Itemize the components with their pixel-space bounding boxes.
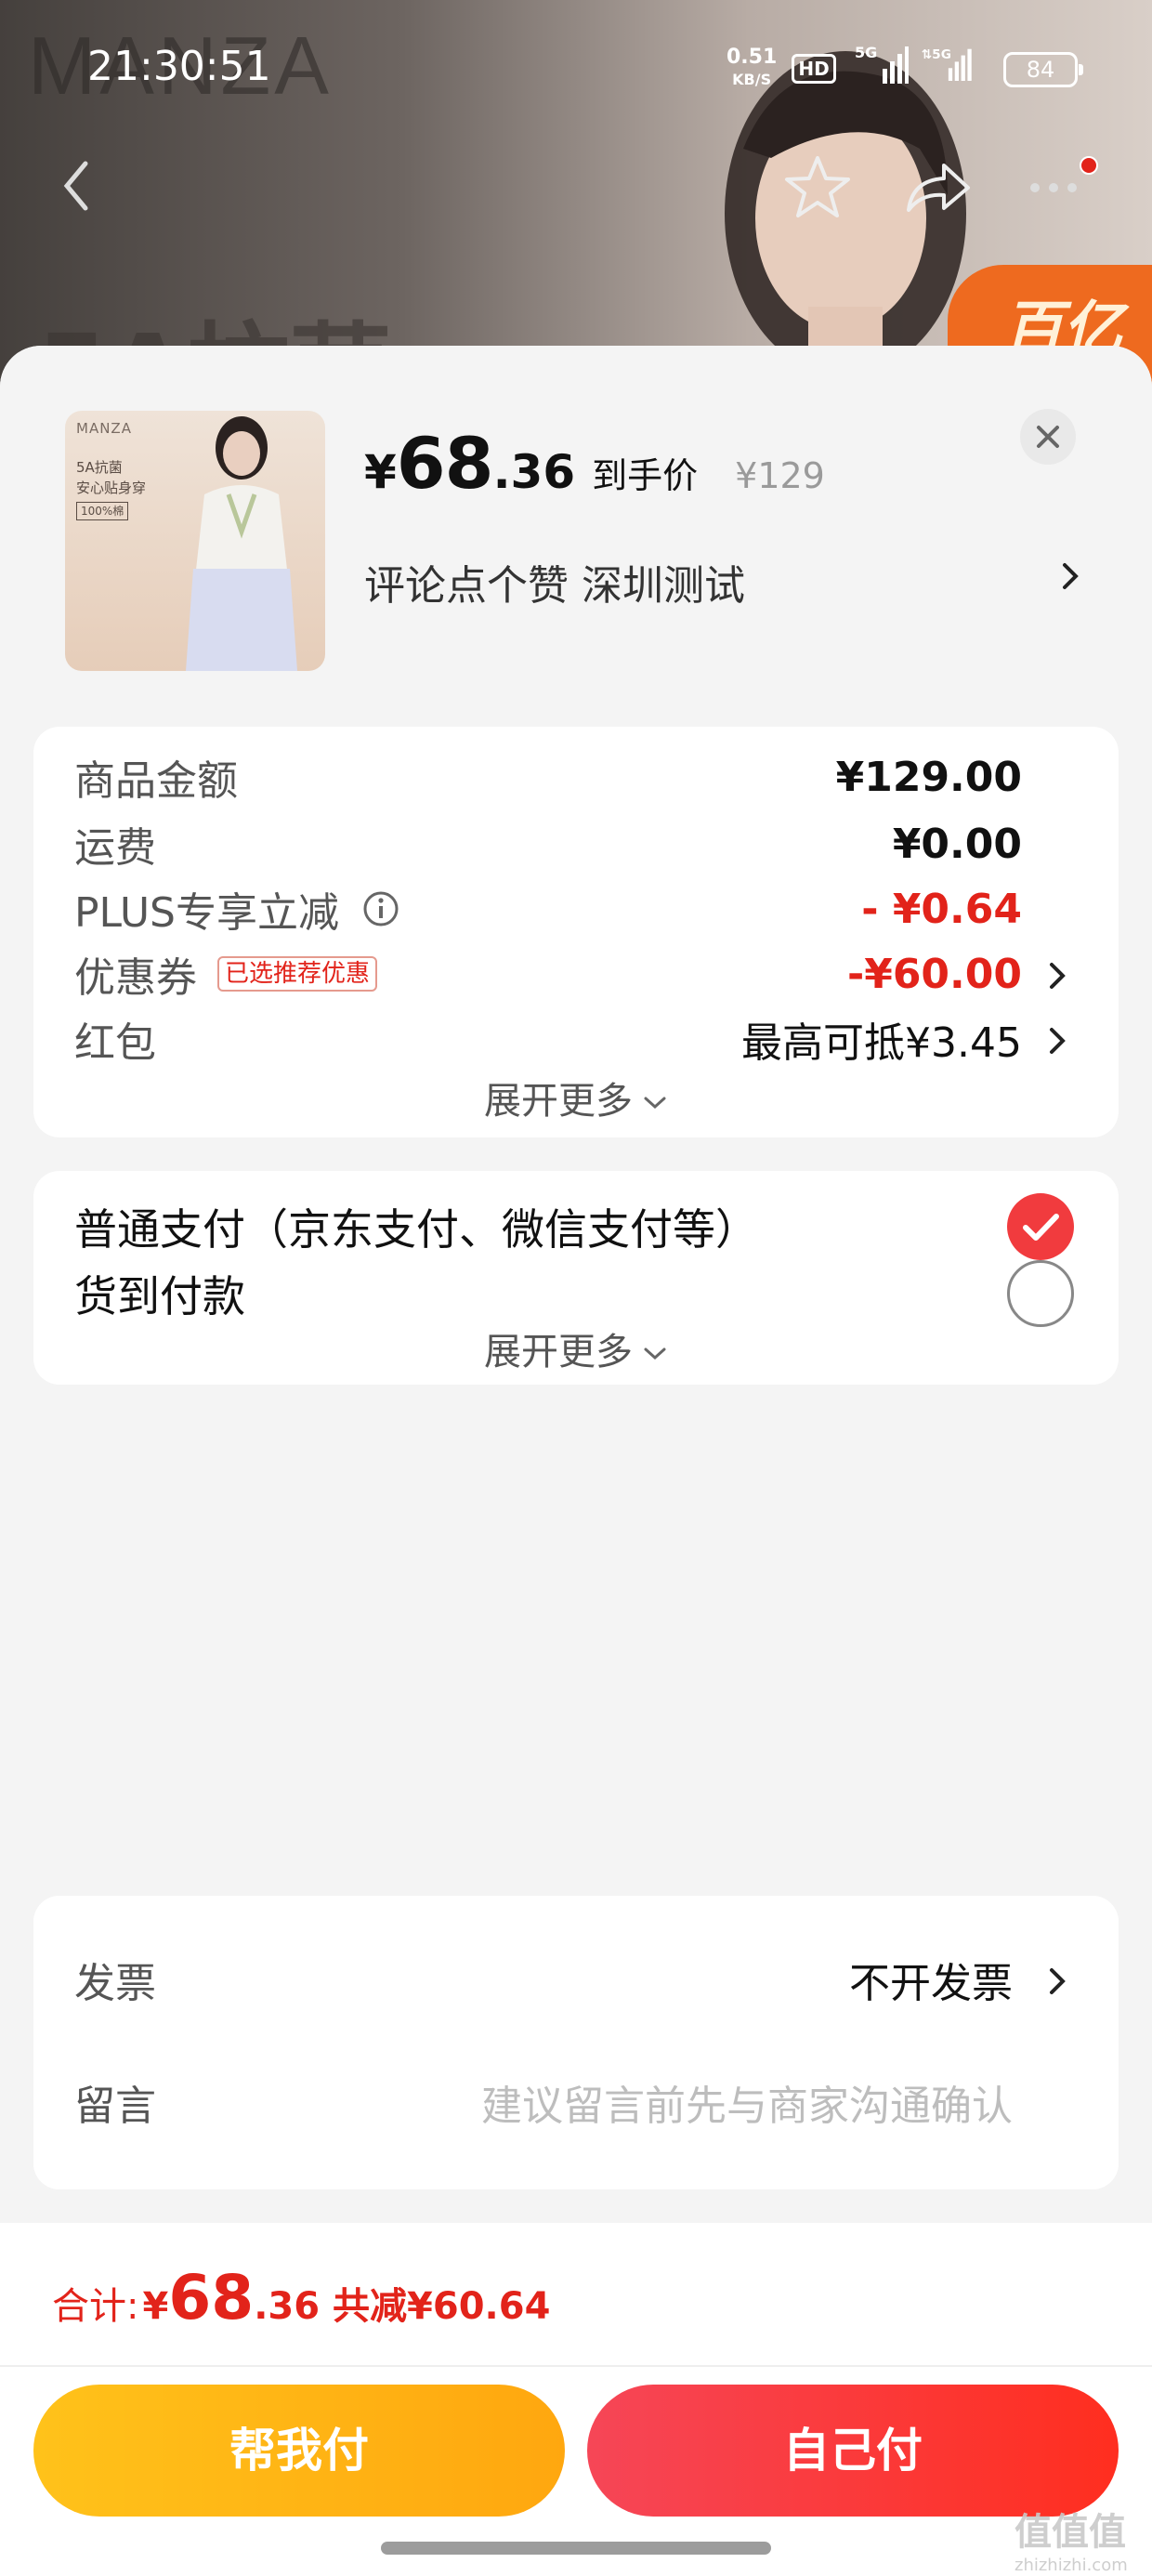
coupon-row[interactable]: 优惠券 已选推荐优惠 -¥60.00: [74, 937, 1078, 1011]
product-thumbnail: MANZA 5A抗菌 安心贴身穿 100%棉: [65, 411, 325, 671]
svg-text:5G: 5G: [855, 44, 877, 61]
shipping-row: 运费 ¥0.00: [74, 820, 1022, 873]
payment-option-cod[interactable]: 货到付款: [74, 1256, 1078, 1331]
chevron-right-icon[interactable]: [1046, 957, 1068, 994]
coupon-tag: 已选推荐优惠: [217, 956, 378, 992]
message-input[interactable]: 建议留言前先与商家沟通确认: [481, 2072, 1013, 2132]
chevron-right-icon[interactable]: [1059, 558, 1081, 595]
price-integer: 68: [396, 422, 494, 505]
invoice-value: 不开发票: [849, 1960, 1013, 2007]
battery-indicator: 84: [1003, 52, 1083, 87]
chevron-down-icon: [644, 1347, 666, 1360]
close-button[interactable]: [1020, 409, 1076, 465]
status-bar: 21:30:51 0.51 KB/S HD 5G ⇅5G 84: [0, 0, 1152, 139]
shipping-amount: ¥0.00: [892, 820, 1022, 868]
cost-card: 商品金额 ¥129.00 运费 ¥0.00 PLUS专享立减 - ¥0.64 优…: [33, 727, 1119, 1137]
payment-option-normal[interactable]: 普通支付（京东支付、微信支付等）: [74, 1189, 1078, 1264]
radio-unchecked-icon[interactable]: [1007, 1260, 1074, 1327]
order-total: 合计: ¥ 68 .36 共减¥60.64: [52, 2262, 551, 2333]
chevron-down-icon: [644, 1097, 666, 1110]
price-line: ¥ 68 .36 到手价 ¥129: [364, 422, 825, 505]
watermark: 值值值 zhizhizhi.com: [1015, 2511, 1128, 2575]
plus-discount-amount: - ¥0.64: [861, 885, 1022, 933]
checkout-bottom-bar: 合计: ¥ 68 .36 共减¥60.64 帮我付 自己付 值值值 zhizhi…: [0, 2223, 1152, 2576]
info-icon[interactable]: [361, 889, 400, 928]
goods-amount: ¥129.00: [835, 753, 1022, 801]
goods-amount-row: 商品金额 ¥129.00: [74, 753, 1022, 806]
divider: [0, 2365, 1152, 2367]
signal-icon-2: ⇅5G: [922, 47, 972, 81]
message-row[interactable]: 留言 建议留言前先与商家沟通确认: [74, 2065, 1078, 2139]
total-saved: 共减¥60.64: [333, 2285, 551, 2328]
red-packet-row[interactable]: 红包 最高可抵¥3.45: [74, 1002, 1078, 1076]
invoice-message-card: 发票 不开发票 留言 建议留言前先与商家沟通确认: [33, 1896, 1119, 2189]
home-indicator[interactable]: [381, 2542, 771, 2555]
share-icon[interactable]: [903, 160, 974, 216]
signal-icon: 5G: [855, 44, 909, 84]
more-menu-icon[interactable]: [1022, 151, 1106, 206]
coupon-amount: -¥60.00: [846, 950, 1022, 998]
payment-card: 普通支付（京东支付、微信支付等） 货到付款 展开更多: [33, 1171, 1119, 1385]
chevron-right-icon[interactable]: [1046, 1022, 1068, 1059]
help-pay-button[interactable]: 帮我付: [33, 2385, 565, 2517]
self-pay-button[interactable]: 自己付: [587, 2385, 1119, 2517]
expand-more-payment[interactable]: 展开更多: [33, 1321, 1119, 1375]
price-decimal: .36: [492, 445, 576, 499]
original-price: ¥129: [735, 455, 825, 496]
product-header: MANZA 5A抗菌 安心贴身穿 100%棉 ¥ 68 .36 到手价 ¥129: [0, 346, 1152, 727]
plus-discount-row: PLUS专享立减 - ¥0.64: [74, 885, 1022, 938]
radio-checked-icon[interactable]: [1007, 1193, 1074, 1260]
close-icon: [1037, 426, 1059, 448]
back-arrow-icon[interactable]: [58, 158, 95, 214]
net-speed: 0.51 KB/S: [727, 46, 778, 89]
final-price-label: 到手价: [592, 455, 699, 496]
star-icon[interactable]: [782, 154, 853, 219]
chevron-right-icon[interactable]: [1046, 1963, 1068, 2000]
hd-badge: HD: [792, 54, 836, 84]
invoice-row[interactable]: 发票 不开发票: [74, 1942, 1078, 2017]
thumbnail-model-figure: [186, 416, 297, 671]
product-spec[interactable]: 评论点个赞 深圳测试: [364, 552, 745, 611]
product-nav-bar: [0, 139, 1152, 232]
svg-text:⇅5G: ⇅5G: [922, 47, 951, 62]
expand-more-costs[interactable]: 展开更多: [33, 1071, 1119, 1124]
status-time: 21:30:51: [87, 43, 271, 90]
red-packet-value: 最高可抵¥3.45: [741, 1019, 1022, 1067]
